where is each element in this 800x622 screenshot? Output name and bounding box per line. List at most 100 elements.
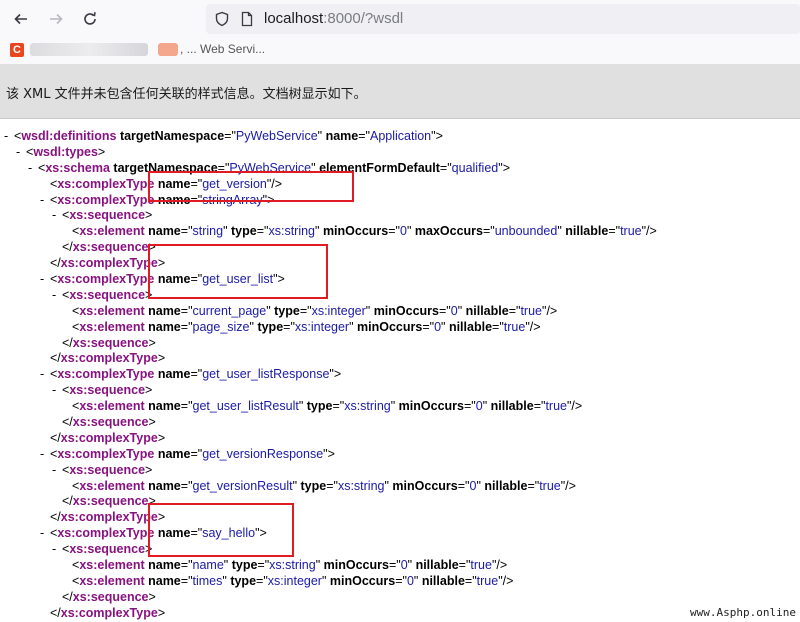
tag-open: </ [62,335,73,350]
attr-name: nillable [465,303,509,318]
csdn-favicon-icon[interactable]: C [10,43,24,57]
collapse-toggle[interactable]: - [40,447,50,463]
tag-name: xs:sequence [72,335,149,350]
url-path: :8000/?wsdl [323,10,404,27]
attr-value: name [192,558,224,573]
tag-name: xs:element [79,573,145,588]
attr-value: get_user_listResponse [202,367,330,382]
collapse-toggle[interactable]: - [28,161,38,177]
xml-line: -</xs:sequence> [0,494,800,510]
address-bar[interactable]: localhost:8000/?wsdl [206,4,800,34]
tag-open: </ [50,351,61,366]
collapse-toggle[interactable]: - [40,272,50,288]
collapse-toggle[interactable]: - [40,526,50,542]
attr-value: xs:string [269,558,316,573]
attr-name: name [148,303,181,318]
collapse-toggle[interactable]: - [40,367,50,383]
xml-line: -</xs:sequence> [0,415,800,431]
attr-name: name [148,399,181,414]
tag-name: wsdl:definitions [21,129,117,143]
attr-value: xs:integer [311,303,366,318]
tag-name: xs:sequence [69,383,146,398]
attr-name: name [157,367,191,382]
notice-text: 该 XML 文件并未包含任何关联的样式信息。文档树显示如下。 [6,87,367,102]
collapse-toggle[interactable]: - [52,383,62,399]
attr-name: name [148,478,181,493]
xml-line: -<xs:element name="times" type="xs:integ… [72,573,514,588]
collapse-toggle[interactable]: - [52,542,62,558]
browser-toolbar: localhost:8000/?wsdl [0,0,800,38]
collapse-toggle[interactable]: - [16,145,26,161]
xml-line: -<xs:element name="get_versionResult" ty… [72,478,576,493]
xml-line: -</xs:complexType> [0,606,800,622]
collapse-toggle[interactable]: - [52,463,62,479]
blurred-bookmark[interactable] [30,43,148,56]
tag-open: </ [50,510,61,525]
tag-close: > [148,415,156,430]
attr-name: targetNamespace [119,129,225,143]
attr-name: name [148,319,181,334]
tag-open: </ [50,605,61,620]
attr-value: true [503,319,526,334]
xml-line: -</xs:complexType> [0,256,800,272]
collapse-toggle[interactable]: - [52,208,62,224]
xml-line: -</xs:sequence> [0,336,800,352]
shield-icon[interactable] [214,11,230,27]
attr-value: true [545,399,567,414]
tag-open: </ [62,415,73,430]
attr-name: nillable [415,558,459,573]
attr-name: name [148,558,181,573]
url-text[interactable]: localhost:8000/?wsdl [264,10,403,27]
tag-name: xs:sequence [69,287,146,302]
attr-value: string [192,224,224,239]
xml-line: -<xs:element name="string" type="xs:stri… [72,224,657,239]
xml-line: - <xs:complexType name="get_user_listResp… [40,367,342,383]
attr-value: true [470,558,492,573]
collapse-toggle[interactable]: - [40,193,50,209]
attr-name: maxOccurs [414,224,483,239]
tag-close: /> [571,399,583,414]
xml-line: -</xs:complexType> [0,351,800,367]
attr-value: qualified [451,160,499,175]
tag-close: > [145,462,153,477]
attr-value: get_versionResult [192,478,293,493]
tag-name: xs:complexType [60,351,158,366]
tag-name: xs:element [79,399,145,414]
tag-name: xs:schema [45,160,110,175]
tag-name: wsdl:types [33,144,98,159]
forward-button[interactable] [45,8,67,30]
tag-name: xs:complexType [60,256,158,271]
xml-line: - <xs:sequence> [0,288,800,304]
attr-name: minOccurs [398,399,464,414]
page-icon[interactable] [239,11,255,27]
tag-name: xs:complexType [57,526,155,541]
tag-close: /> [502,573,514,588]
xml-line: - <xs:sequence> [0,463,800,479]
attr-name: type [300,478,327,493]
bookmark-favicon-icon[interactable] [158,43,178,56]
attr-name: minOccurs [373,303,439,318]
attr-value: true [539,478,561,493]
attr-value: 0 [450,303,458,318]
reload-button[interactable] [79,8,101,30]
attr-value: xs:integer [294,319,350,334]
tag-name: xs:sequence [69,542,146,557]
tag-name: xs:sequence [69,462,146,477]
tag-close: > [148,589,156,604]
xml-line: -</xs:complexType> [0,431,800,447]
attr-name: minOccurs [323,558,389,573]
collapse-toggle[interactable]: - [4,129,14,145]
attr-value: unbounded [494,224,558,239]
xml-line: - <xs:schema targetNamespace="PyWebServic… [28,160,510,177]
tag-open: </ [50,256,61,271]
collapse-toggle[interactable]: - [52,288,62,304]
watermark: www.Asphp.online [690,606,796,619]
xml-line: -<xs:element name="current_page" type="x… [72,303,558,318]
attr-value: get_user_listResult [192,399,299,414]
attr-name: type [230,573,257,588]
tag-name: xs:element [79,558,145,573]
bookmark-label[interactable]: , ... Web Servi... [180,42,265,56]
tag-open: </ [62,240,73,255]
xml-line: - <xs:complexType name="get_user_list"> [40,272,285,288]
back-button[interactable] [10,8,32,30]
